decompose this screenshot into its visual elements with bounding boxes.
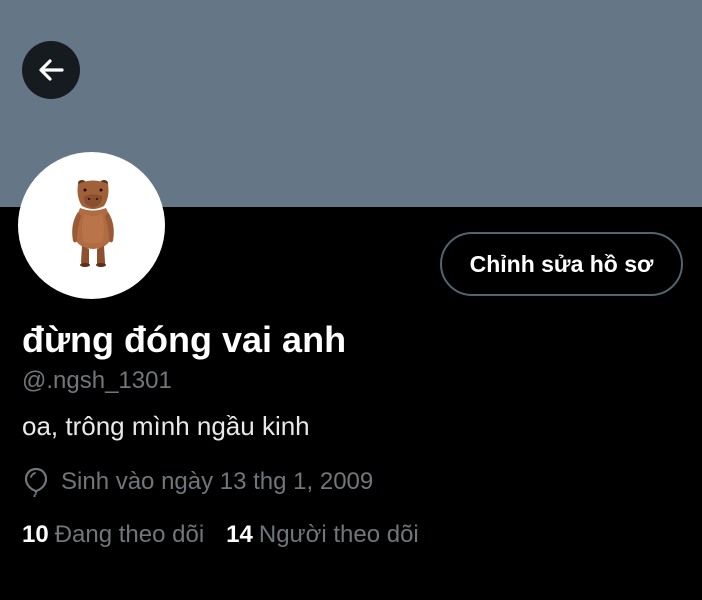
avatar[interactable] (18, 152, 165, 299)
back-button[interactable] (22, 41, 80, 99)
display-name: đừng đóng vai anh (22, 319, 347, 360)
following-count: 10 (22, 521, 49, 548)
followers-link[interactable]: 14 Người theo dõi (226, 519, 419, 551)
birthday-info: Sinh vào ngày 13 thg 1, 2009 (22, 466, 373, 498)
user-handle: @.ngsh_1301 (22, 367, 172, 394)
balloon-icon (22, 466, 50, 498)
follow-stats: 10 Đang theo dõi 14 Người theo dõi (22, 519, 441, 551)
following-label: Đang theo dõi (54, 521, 205, 548)
edit-profile-button[interactable]: Chỉnh sửa hồ sơ (440, 232, 683, 296)
following-link[interactable]: 10 Đang theo dõi (22, 519, 204, 551)
capybara-avatar (72, 180, 114, 267)
arrow-left-icon (35, 54, 67, 86)
birthday-text: Sinh vào ngày 13 thg 1, 2009 (61, 468, 374, 495)
followers-label: Người theo dõi (258, 521, 419, 548)
followers-count: 14 (226, 521, 253, 548)
profile-bio: oa, trông mình ngầu kinh (22, 411, 310, 441)
